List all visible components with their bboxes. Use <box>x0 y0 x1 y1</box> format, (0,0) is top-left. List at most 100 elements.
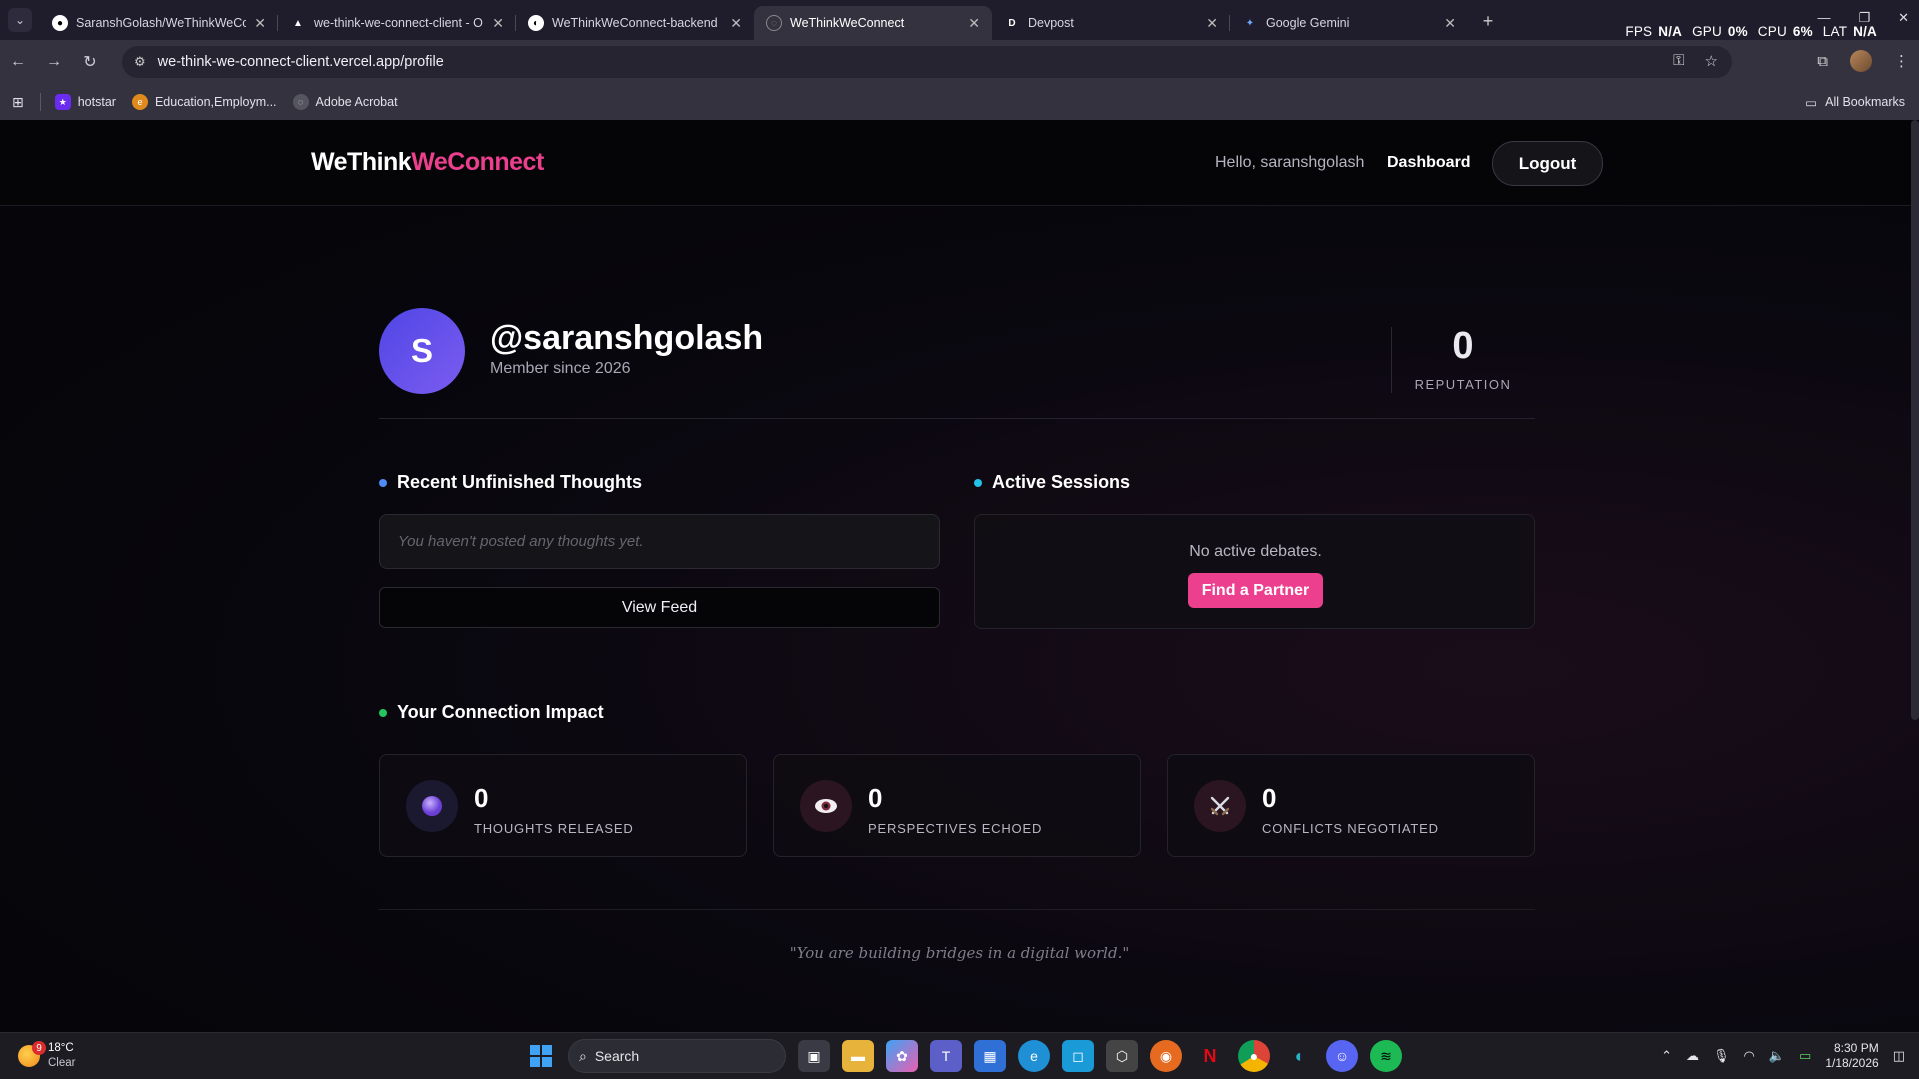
browser-toolbar-right: ⧉ ⋮ <box>1817 50 1909 72</box>
eye-icon <box>800 780 852 832</box>
tab-title: Devpost <box>1028 16 1074 30</box>
vscode-icon[interactable]: ◖ <box>1282 1040 1314 1072</box>
onedrive-icon[interactable]: ☁ <box>1686 1048 1699 1064</box>
netflix-icon[interactable]: N <box>1194 1040 1226 1072</box>
all-bookmarks-button[interactable]: ▭ All Bookmarks <box>1805 95 1905 110</box>
notifications-icon[interactable]: ◫ <box>1893 1048 1905 1064</box>
profile-avatar-icon[interactable] <box>1850 50 1872 72</box>
dashboard-link[interactable]: Dashboard <box>1387 154 1471 172</box>
browser-tab-gemini[interactable]: ✦ Google Gemini ✕ <box>1230 6 1468 40</box>
profile-avatar: S <box>379 308 465 394</box>
task-view-icon[interactable]: ▣ <box>798 1040 830 1072</box>
bookmark-hotstar[interactable]: ★ hotstar <box>54 94 116 110</box>
thoughts-section-title: Recent Unfinished Thoughts <box>379 472 642 493</box>
copilot-icon[interactable]: ✿ <box>886 1040 918 1072</box>
site-logo[interactable]: WeThinkWeConnect <box>311 148 544 177</box>
menu-icon[interactable]: ⋮ <box>1894 52 1909 70</box>
site-navbar: WeThinkWeConnect Hello, saranshgolash Da… <box>0 120 1919 206</box>
battery-icon[interactable]: ▭ <box>1799 1048 1811 1064</box>
impact-value: 0 <box>474 783 489 813</box>
impact-card-thoughts: 0 THOUGHTS RELEASED <box>379 754 747 857</box>
close-tab-icon[interactable]: ✕ <box>730 15 742 32</box>
bookmarks-bar: ⊞ ★ hotstar e Education,Employm... ◌ Ado… <box>0 84 1919 120</box>
close-tab-icon[interactable]: ✕ <box>492 15 504 32</box>
gemini-icon: ✦ <box>1245 17 1255 29</box>
url-bar[interactable]: ⚙ we-think-we-connect-client.vercel.app/… <box>122 46 1732 78</box>
url-text: we-think-we-connect-client.vercel.app/pr… <box>157 54 444 70</box>
forward-icon[interactable]: → <box>36 53 72 71</box>
edge-icon[interactable]: e <box>1018 1040 1050 1072</box>
unity-icon[interactable]: ⬡ <box>1106 1040 1138 1072</box>
member-since: Member since 2026 <box>490 360 631 377</box>
store-icon[interactable]: ▦ <box>974 1040 1006 1072</box>
chrome-icon[interactable]: ● <box>1238 1040 1270 1072</box>
logout-button[interactable]: Logout <box>1492 141 1603 186</box>
devpost-icon: D <box>1008 17 1016 29</box>
impact-label: THOUGHTS RELEASED <box>474 821 634 836</box>
impact-value: 0 <box>868 783 883 813</box>
crossed-swords-icon <box>1194 780 1246 832</box>
empty-thoughts-message: You haven't posted any thoughts yet. <box>379 514 940 569</box>
browser-tab-vercel[interactable]: ▲ we-think-we-connect-client - O ✕ <box>278 6 516 40</box>
vercel-icon: ▲ <box>293 17 303 29</box>
address-toolbar: ← → ↻ ⚙ we-think-we-connect-client.verce… <box>0 40 1919 84</box>
close-window-icon[interactable]: ✕ <box>1898 10 1909 26</box>
chevron-up-icon[interactable]: ⌃ <box>1661 1048 1672 1064</box>
view-feed-button[interactable]: View Feed <box>379 587 940 628</box>
bookmark-education[interactable]: e Education,Employm... <box>131 94 277 110</box>
teams-icon[interactable]: T <box>930 1040 962 1072</box>
microphone-icon[interactable]: 🎙 <box>1713 1048 1730 1064</box>
tab-search-dropdown-icon[interactable]: ⌄ <box>8 8 32 32</box>
close-tab-icon[interactable]: ✕ <box>254 15 266 32</box>
reload-icon[interactable]: ↻ <box>72 52 108 72</box>
apps-grid-icon[interactable]: ⊞ <box>12 94 24 111</box>
browser-tab-github[interactable]: ● SaranshGolash/WeThinkWeCon ✕ <box>40 6 278 40</box>
sun-icon: 9 <box>18 1041 46 1067</box>
footer-quote: "You are building bridges in a digital w… <box>789 944 1130 962</box>
windows-start-icon[interactable] <box>526 1041 556 1071</box>
reputation-label: REPUTATION <box>1414 377 1512 392</box>
education-icon: e <box>131 94 148 110</box>
wifi-icon[interactable]: ◠ <box>1743 1048 1754 1064</box>
browser-tab-devpost[interactable]: D Devpost ✕ <box>992 6 1230 40</box>
impact-card-conflicts: 0 CONFLICTS NEGOTIATED <box>1167 754 1535 857</box>
performance-overlay: FPS N/A GPU 0% CPU 6% LAT N/A <box>1625 24 1877 39</box>
browser-tab-render[interactable]: ◐ WeThinkWeConnect-backend ✕ <box>516 6 754 40</box>
bookmark-adobe-acrobat[interactable]: ◌ Adobe Acrobat <box>292 94 398 110</box>
user-greeting: Hello, saranshgolash <box>1215 154 1365 171</box>
file-explorer-icon[interactable]: ▬ <box>842 1040 874 1072</box>
close-tab-icon[interactable]: ✕ <box>1444 15 1456 32</box>
close-tab-icon[interactable]: ✕ <box>1206 15 1218 32</box>
firefox-icon[interactable]: ◉ <box>1150 1040 1182 1072</box>
extensions-icon[interactable]: ⧉ <box>1817 53 1828 70</box>
bookmark-star-icon[interactable]: ☆ <box>1705 52 1718 70</box>
new-tab-icon[interactable]: + <box>1476 11 1500 32</box>
app-icon[interactable]: ◻ <box>1062 1040 1094 1072</box>
page-scrollbar[interactable] <box>1911 120 1919 720</box>
discord-icon[interactable]: ☺ <box>1326 1040 1358 1072</box>
tab-title: WeThinkWeConnect <box>790 16 905 30</box>
windows-taskbar: 9 18°C Clear ⌕ Search ▣ ▬ ✿ T ▦ e ◻ ⬡ ◉ N… <box>0 1032 1919 1079</box>
no-debates-message: No active debates. <box>1189 543 1322 560</box>
clock[interactable]: 8:30 PM 1/18/2026 <box>1825 1041 1878 1071</box>
volume-icon[interactable]: 🔈 <box>1769 1048 1785 1064</box>
globe-icon: ◌ <box>766 15 782 31</box>
close-tab-icon[interactable]: ✕ <box>968 15 980 32</box>
purple-orb-icon <box>406 780 458 832</box>
folder-icon: ▭ <box>1805 95 1818 110</box>
search-icon: ⌕ <box>579 1047 587 1064</box>
password-key-icon[interactable]: ⚿ <box>1673 52 1684 70</box>
spotify-icon[interactable]: ≋ <box>1370 1040 1402 1072</box>
back-icon[interactable]: ← <box>0 53 36 71</box>
tab-title: Google Gemini <box>1266 16 1350 30</box>
weather-widget[interactable]: 9 18°C Clear <box>18 1041 75 1071</box>
taskbar-search[interactable]: ⌕ Search <box>568 1039 786 1073</box>
render-icon: ◐ <box>528 15 544 31</box>
sessions-section-title: Active Sessions <box>974 472 1130 493</box>
site-info-icon[interactable]: ⚙ <box>134 54 146 70</box>
active-sessions-card: No active debates. Find a Partner <box>974 514 1535 629</box>
browser-tab-wethinkweconnect[interactable]: ◌ WeThinkWeConnect ✕ <box>754 6 992 40</box>
impact-value: 0 <box>1262 783 1277 813</box>
find-partner-button[interactable]: Find a Partner <box>1188 573 1323 608</box>
profile-username: @saranshgolash <box>490 319 764 357</box>
